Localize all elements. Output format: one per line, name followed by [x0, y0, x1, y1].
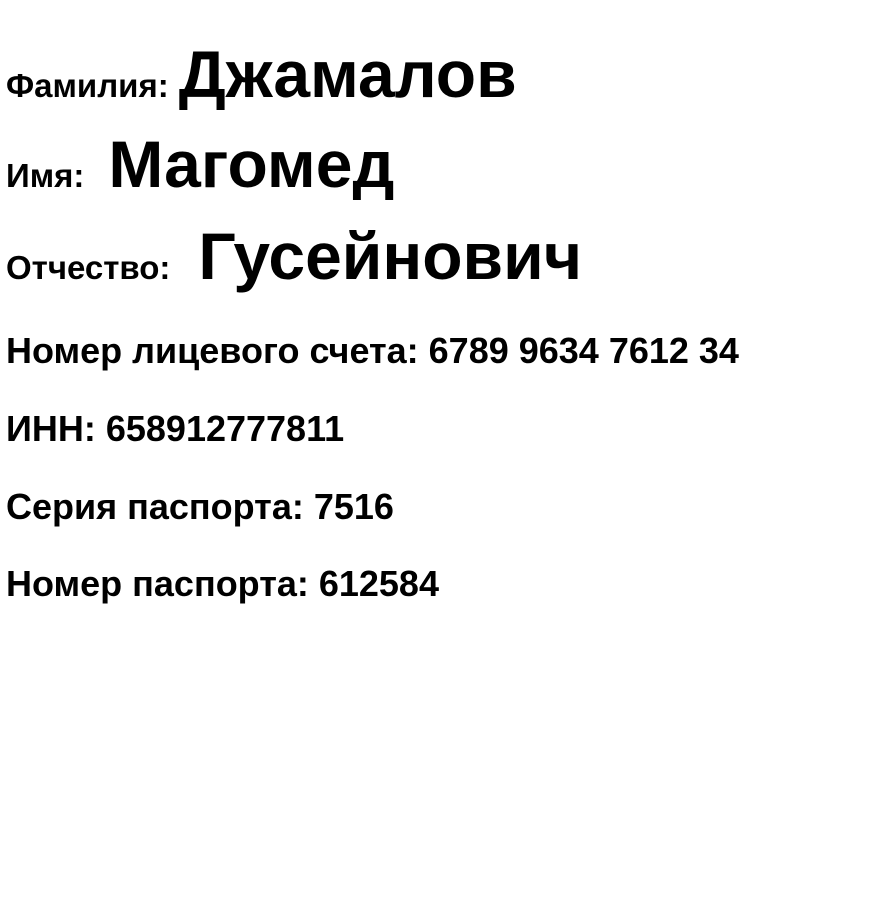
- surname-value: Джамалов: [178, 37, 517, 111]
- patronymic-value: Гусейнович: [198, 219, 583, 293]
- passport-series-line: Серия паспорта: 7516: [6, 486, 394, 527]
- passport-number-line: Номер паспорта: 612584: [6, 563, 439, 604]
- name-row: Имя: Магомед: [6, 126, 394, 202]
- inn-line: ИНН: 658912777811: [6, 408, 345, 449]
- patronymic-row: Отчество: Гусейнович: [6, 218, 582, 294]
- account-number-line: Номер лицевого счета: 6789 9634 7612 34: [6, 330, 739, 371]
- name-label: Имя:: [6, 157, 85, 194]
- surname-row: Фамилия: Джамалов: [6, 36, 517, 112]
- patronymic-label: Отчество:: [6, 249, 171, 286]
- name-value: Магомед: [108, 127, 395, 201]
- surname-label: Фамилия:: [6, 67, 169, 104]
